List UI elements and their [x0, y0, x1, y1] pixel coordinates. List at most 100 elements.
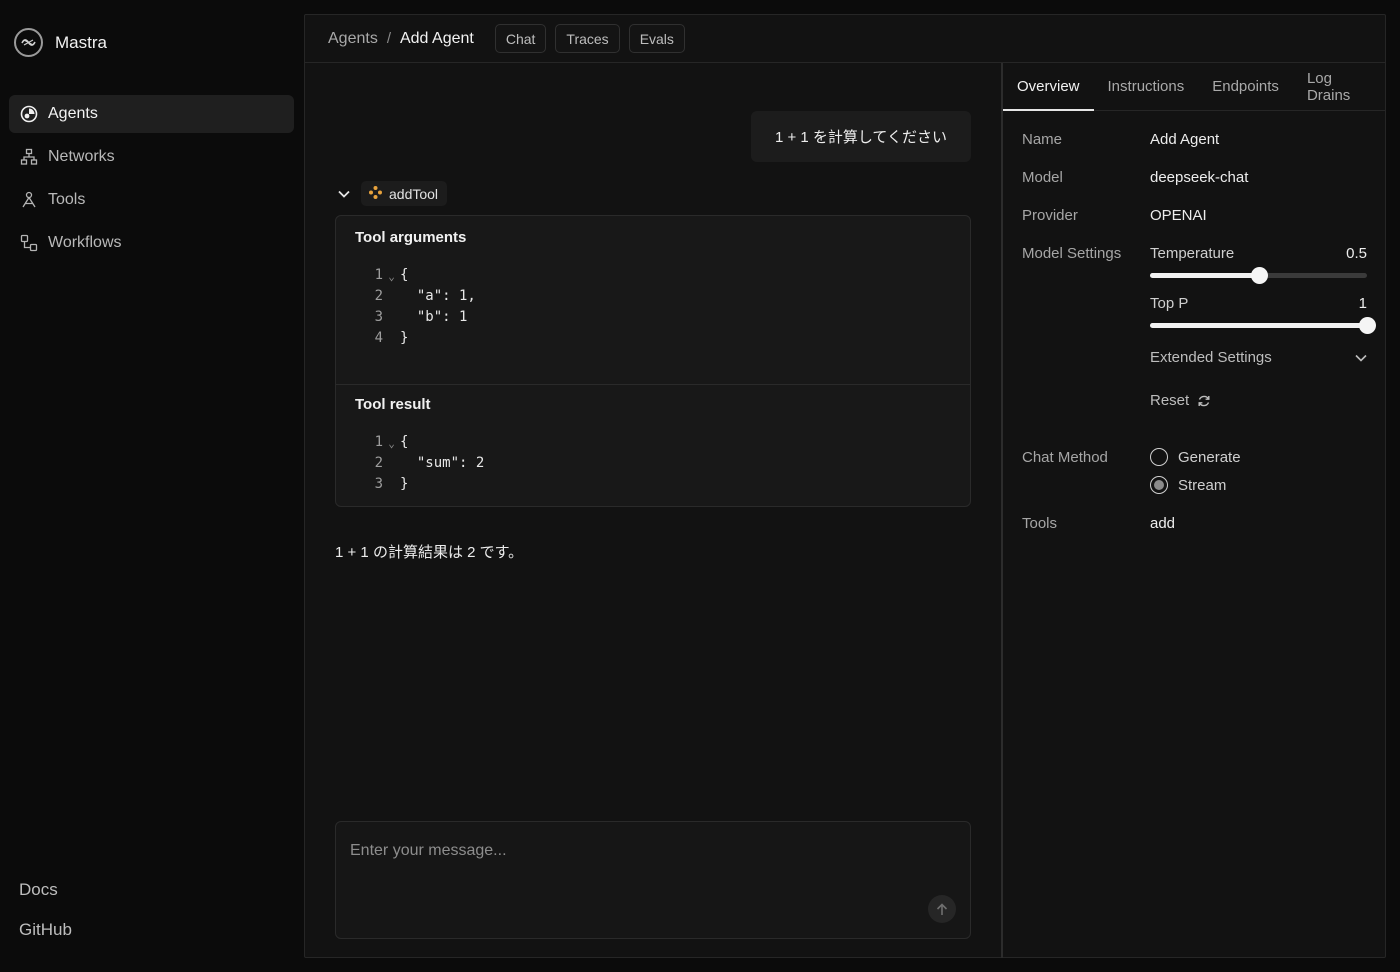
- temperature-slider-fill: [1150, 273, 1259, 278]
- user-message: 1 + 1 を計算してください: [750, 111, 971, 162]
- radio-generate[interactable]: [1150, 448, 1168, 466]
- reset-button[interactable]: Reset: [1150, 392, 1211, 409]
- tool-chip[interactable]: addTool: [361, 181, 448, 206]
- message-composer: [335, 821, 971, 939]
- temperature-label: Temperature: [1150, 245, 1235, 262]
- sidebar-nav: Agents Networks Tools Workflows: [9, 95, 294, 267]
- model-value[interactable]: deepseek-chat: [1150, 169, 1248, 186]
- chat-method-stream-label: Stream: [1178, 476, 1227, 494]
- temperature-slider[interactable]: [1150, 267, 1367, 284]
- fold-icon[interactable]: ⌄: [383, 267, 400, 283]
- topbar: Agents / Add Agent Chat Traces Evals: [305, 15, 1385, 63]
- code-text: }: [400, 329, 409, 346]
- tool-call-header: addTool: [335, 181, 448, 206]
- chat-method-stream[interactable]: Stream: [1150, 476, 1226, 494]
- sidebar-item-workflows[interactable]: Workflows: [9, 224, 294, 262]
- fold-icon[interactable]: ⌄: [383, 434, 400, 450]
- tab-evals[interactable]: Evals: [628, 24, 685, 53]
- name-label: Name: [1022, 131, 1063, 148]
- line-number: 1: [374, 433, 383, 450]
- tab-endpoints[interactable]: Endpoints: [1212, 63, 1293, 110]
- breadcrumb-separator: /: [386, 30, 391, 47]
- sidebar-footer: Docs GitHub: [19, 880, 72, 960]
- line-number: 4: [374, 329, 383, 346]
- tools-label: Tools: [1022, 515, 1058, 532]
- top-p-slider[interactable]: [1150, 317, 1376, 334]
- top-p-slider-fill: [1150, 323, 1367, 328]
- mastra-logo-icon: [14, 28, 43, 57]
- tool-result-section: Tool result 1 ⌄{ 2 "sum": 2 3}: [336, 396, 970, 494]
- tool-call-card: Tool arguments 1 ⌄{ 2 "a": 1, 3 "b": 1 4}…: [335, 215, 971, 507]
- code-text: "sum": 2: [400, 454, 485, 471]
- temperature-value: 0.5: [1346, 245, 1367, 262]
- code-line: 2 "sum": 2: [369, 452, 970, 473]
- refresh-icon: [1198, 395, 1210, 406]
- code-text: {: [400, 433, 409, 450]
- extended-settings-toggle[interactable]: Extended Settings: [1150, 349, 1367, 366]
- sidebar-item-tools[interactable]: Tools: [9, 181, 294, 219]
- tab-instructions[interactable]: Instructions: [1108, 63, 1199, 110]
- radio-stream[interactable]: [1150, 476, 1168, 494]
- code-text: }: [400, 475, 409, 492]
- sidebar-item-label: Workflows: [48, 234, 122, 251]
- tool-result-code: 1 ⌄{ 2 "sum": 2 3}: [369, 431, 970, 494]
- tab-overview[interactable]: Overview: [1003, 63, 1094, 111]
- main-frame: Agents / Add Agent Chat Traces Evals 1 +…: [304, 14, 1386, 958]
- chat-area: 1 + 1 を計算してください addTool Tool arguments 1…: [305, 63, 1001, 957]
- tool-name: addTool: [389, 185, 439, 202]
- extended-settings-label: Extended Settings: [1150, 349, 1272, 366]
- model-settings-label: Model Settings: [1022, 245, 1122, 262]
- page-title: Add Agent: [399, 29, 474, 47]
- sidebar-item-label: Agents: [48, 105, 98, 122]
- brand[interactable]: Mastra: [14, 28, 107, 57]
- top-p-label: Top P: [1150, 295, 1189, 312]
- tool-arguments-title: Tool arguments: [355, 229, 467, 246]
- sidebar-item-label: Tools: [48, 191, 86, 208]
- code-text: "b": 1: [400, 308, 468, 325]
- line-number: 2: [374, 287, 383, 304]
- code-text: {: [400, 266, 409, 283]
- tab-chat[interactable]: Chat: [494, 24, 547, 53]
- name-value: Add Agent: [1150, 131, 1220, 148]
- code-line: 3 "b": 1: [369, 306, 970, 327]
- line-number: 1: [374, 266, 383, 283]
- brand-name: Mastra: [55, 32, 107, 52]
- globe-icon: [20, 105, 38, 123]
- line-number: 2: [374, 454, 383, 471]
- reset-label: Reset: [1150, 392, 1190, 409]
- provider-value: OPENAI: [1150, 207, 1207, 224]
- code-line: 1 ⌄{: [369, 264, 970, 285]
- provider-label: Provider: [1022, 207, 1078, 224]
- code-text: "a": 1,: [400, 287, 476, 304]
- sidebar: Mastra Agents Networks Tools Workflows D…: [0, 0, 304, 972]
- docs-link[interactable]: Docs: [19, 880, 72, 900]
- send-button[interactable]: [928, 895, 956, 923]
- sidebar-item-label: Networks: [48, 148, 115, 165]
- code-line: 3}: [369, 473, 970, 494]
- model-label: Model: [1022, 169, 1063, 186]
- network-icon: [20, 148, 38, 166]
- tab-log-drains[interactable]: Log Drains: [1307, 63, 1371, 110]
- workflow-icon: [20, 234, 38, 252]
- sidebar-item-networks[interactable]: Networks: [9, 138, 294, 176]
- github-link[interactable]: GitHub: [19, 920, 72, 940]
- top-p-value: 1: [1358, 295, 1367, 312]
- code-line: 4}: [369, 327, 970, 348]
- code-line: 2 "a": 1,: [369, 285, 970, 306]
- message-input[interactable]: [350, 842, 910, 860]
- line-number: 3: [374, 475, 383, 492]
- tab-traces[interactable]: Traces: [555, 24, 620, 53]
- breadcrumb-agents[interactable]: Agents: [328, 30, 378, 48]
- tool-arguments-section: Tool arguments 1 ⌄{ 2 "a": 1, 3 "b": 1 4}: [336, 229, 970, 385]
- chat-method-generate-label: Generate: [1178, 448, 1241, 466]
- tool-result-title: Tool result: [355, 396, 431, 413]
- top-p-slider-thumb[interactable]: [1359, 317, 1376, 334]
- sidebar-item-agents[interactable]: Agents: [9, 95, 294, 133]
- chat-method-generate[interactable]: Generate: [1150, 448, 1241, 466]
- arrow-up-icon: [936, 902, 948, 915]
- tools-icon: [20, 191, 38, 209]
- temperature-slider-thumb[interactable]: [1250, 267, 1268, 284]
- code-line: 1 ⌄{: [369, 431, 970, 452]
- assistant-message: 1 + 1 の計算結果は 2 です。: [335, 544, 524, 561]
- chevron-down-icon[interactable]: [335, 185, 353, 203]
